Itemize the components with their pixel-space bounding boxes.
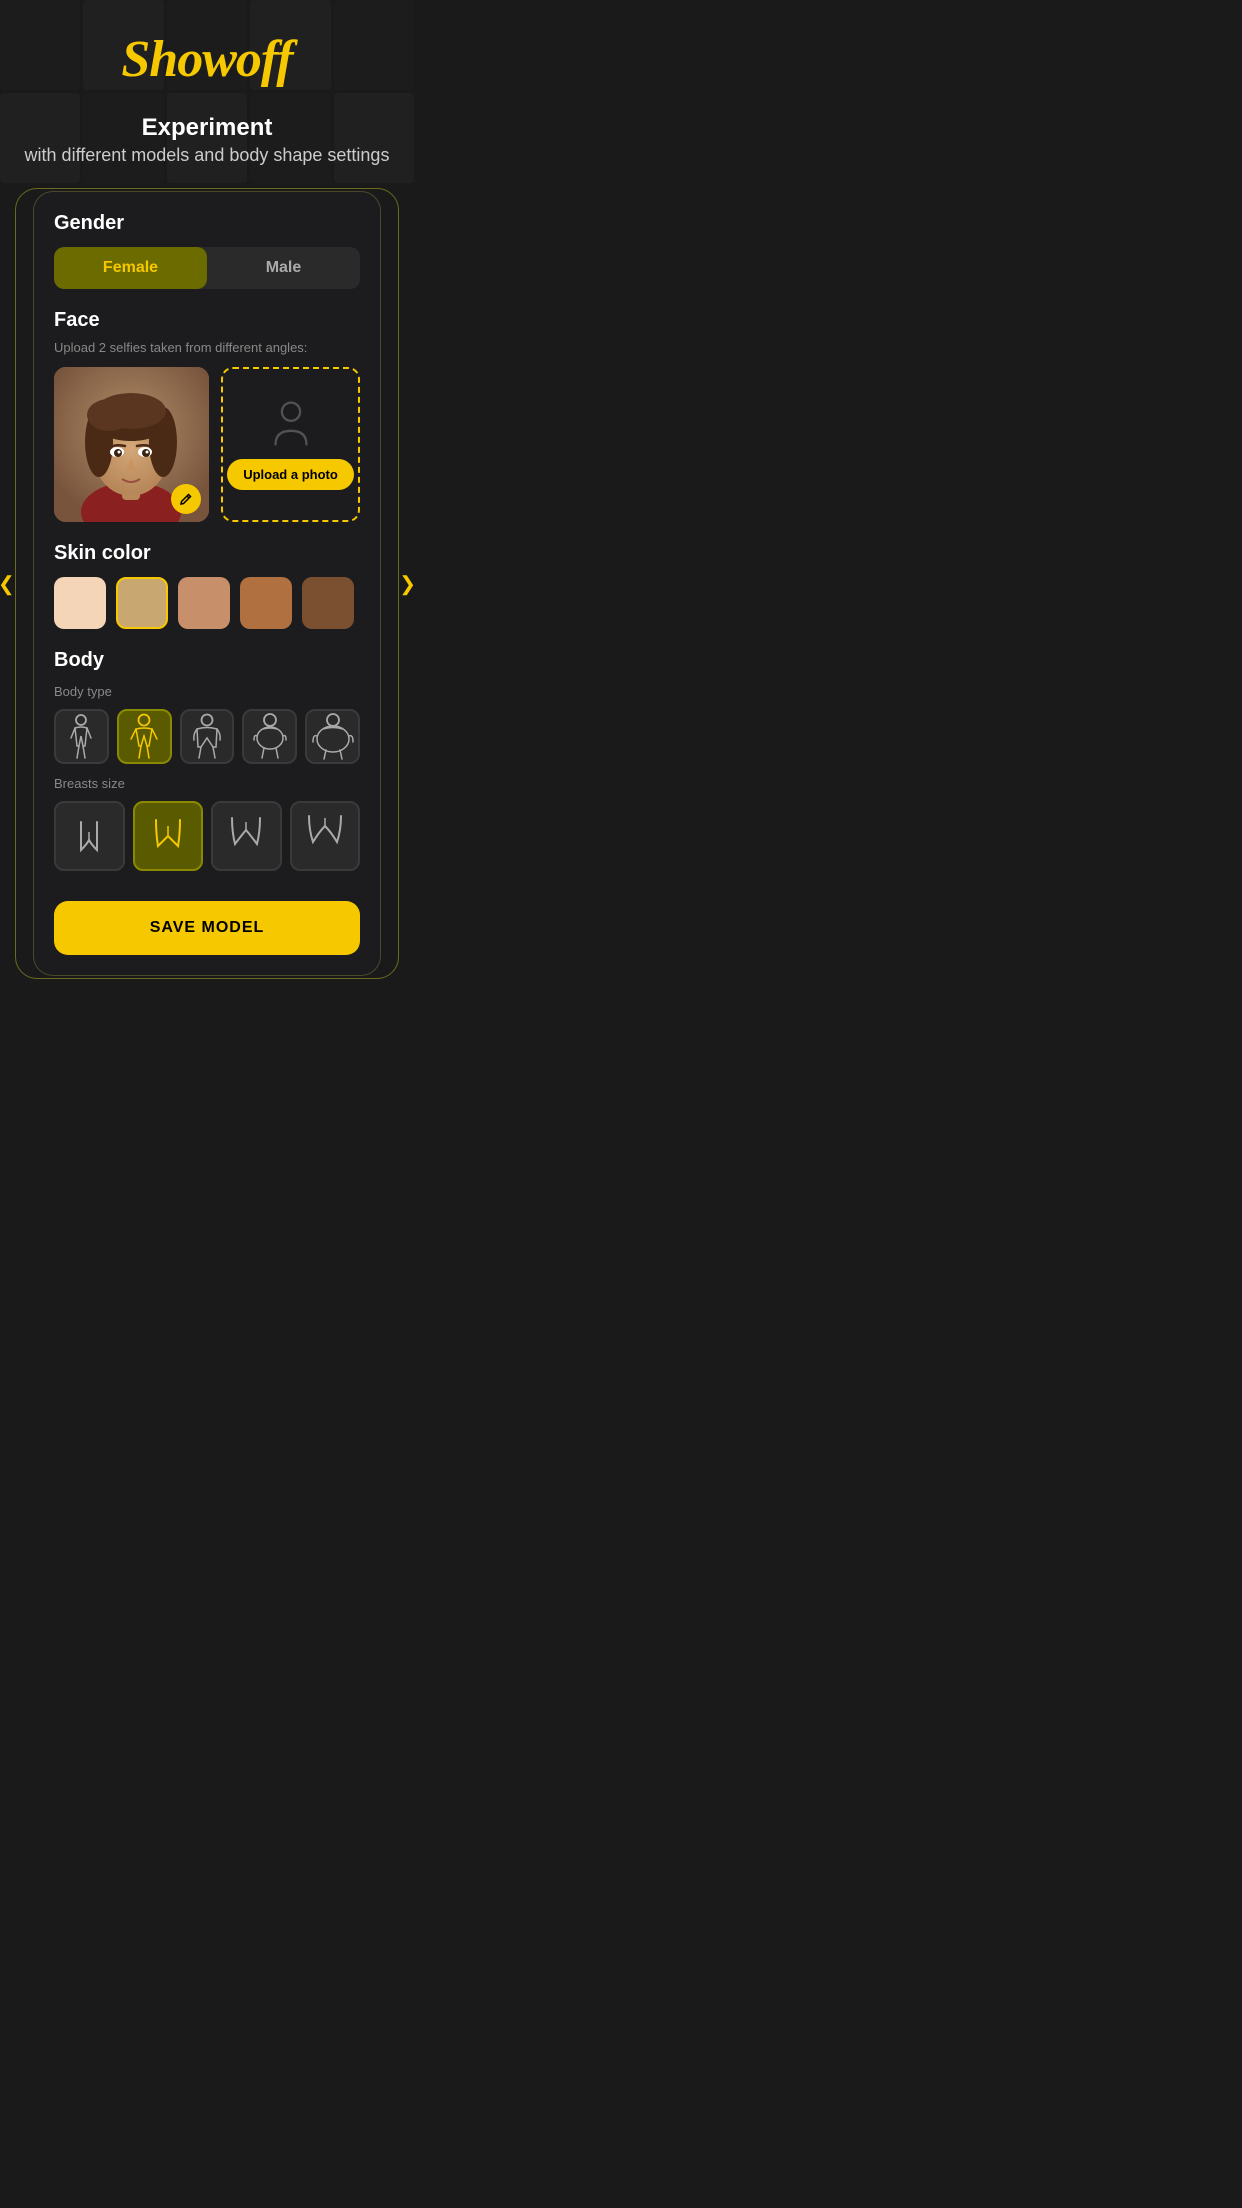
body-label: Body <box>54 649 360 672</box>
gender-toggle: Female Male <box>54 247 360 289</box>
face-hint: Upload 2 selfies taken from different an… <box>54 340 360 355</box>
edit-photo-1-button[interactable] <box>171 484 201 514</box>
face-upload-slot-2[interactable]: Upload a photo <box>221 367 360 522</box>
breast-size-1-icon <box>73 812 105 860</box>
gender-male-button[interactable]: Male <box>207 247 360 289</box>
skin-color-label: Skin color <box>54 542 360 565</box>
body-type-row <box>54 709 360 764</box>
skin-swatch-4[interactable] <box>240 577 292 629</box>
subtitle-sub: with different models and body shape set… <box>20 143 394 168</box>
main-card: Gender Female Male Face Upload 2 selfies… <box>33 191 381 976</box>
app-title: Showoff <box>0 30 414 89</box>
skin-swatch-5[interactable] <box>302 577 354 629</box>
card-wrapper: ❮ ❯ Gender Female Male Face Upload 2 sel… <box>15 188 399 1009</box>
body-type-1-icon <box>65 712 97 760</box>
body-type-2-button[interactable] <box>117 709 172 764</box>
face-label: Face <box>54 309 360 332</box>
body-type-2-icon <box>126 712 162 760</box>
save-model-button[interactable]: SAVE MODEL <box>54 901 360 955</box>
gender-label: Gender <box>54 212 360 235</box>
body-type-5-icon <box>310 712 356 760</box>
outer-card-border: ❮ ❯ Gender Female Male Face Upload 2 sel… <box>15 188 399 979</box>
breast-size-3-icon <box>227 812 265 860</box>
subtitle-section: Experiment with different models and bod… <box>0 89 414 188</box>
right-arrow-icon: ❯ <box>399 571 416 596</box>
left-arrow-icon: ❮ <box>0 571 15 596</box>
upload-photo-button[interactable]: Upload a photo <box>227 459 354 490</box>
breast-size-row <box>54 801 360 872</box>
breast-size-2-button[interactable] <box>133 801 204 872</box>
breast-size-4-button[interactable] <box>290 801 361 872</box>
skin-swatch-3[interactable] <box>178 577 230 629</box>
body-type-1-button[interactable] <box>54 709 109 764</box>
body-type-label: Body type <box>54 684 360 699</box>
body-type-4-button[interactable] <box>242 709 297 764</box>
breast-size-1-button[interactable] <box>54 801 125 872</box>
body-type-4-icon <box>249 712 291 760</box>
face-upload-row: Upload a photo <box>54 367 360 522</box>
breast-size-4-icon <box>305 812 345 860</box>
skin-swatch-2[interactable] <box>116 577 168 629</box>
body-type-5-button[interactable] <box>305 709 360 764</box>
gender-female-button[interactable]: Female <box>54 247 207 289</box>
header: Showoff <box>0 0 414 89</box>
skin-swatch-1[interactable] <box>54 577 106 629</box>
body-type-3-button[interactable] <box>180 709 235 764</box>
breasts-size-label: Breasts size <box>54 776 360 791</box>
breast-size-2-icon <box>150 812 186 860</box>
skin-color-swatches <box>54 577 360 629</box>
body-type-3-icon <box>188 712 226 760</box>
person-placeholder-icon <box>266 399 316 449</box>
subtitle-main: Experiment <box>20 114 394 143</box>
face-photo-1 <box>54 367 209 522</box>
breast-size-3-button[interactable] <box>211 801 282 872</box>
